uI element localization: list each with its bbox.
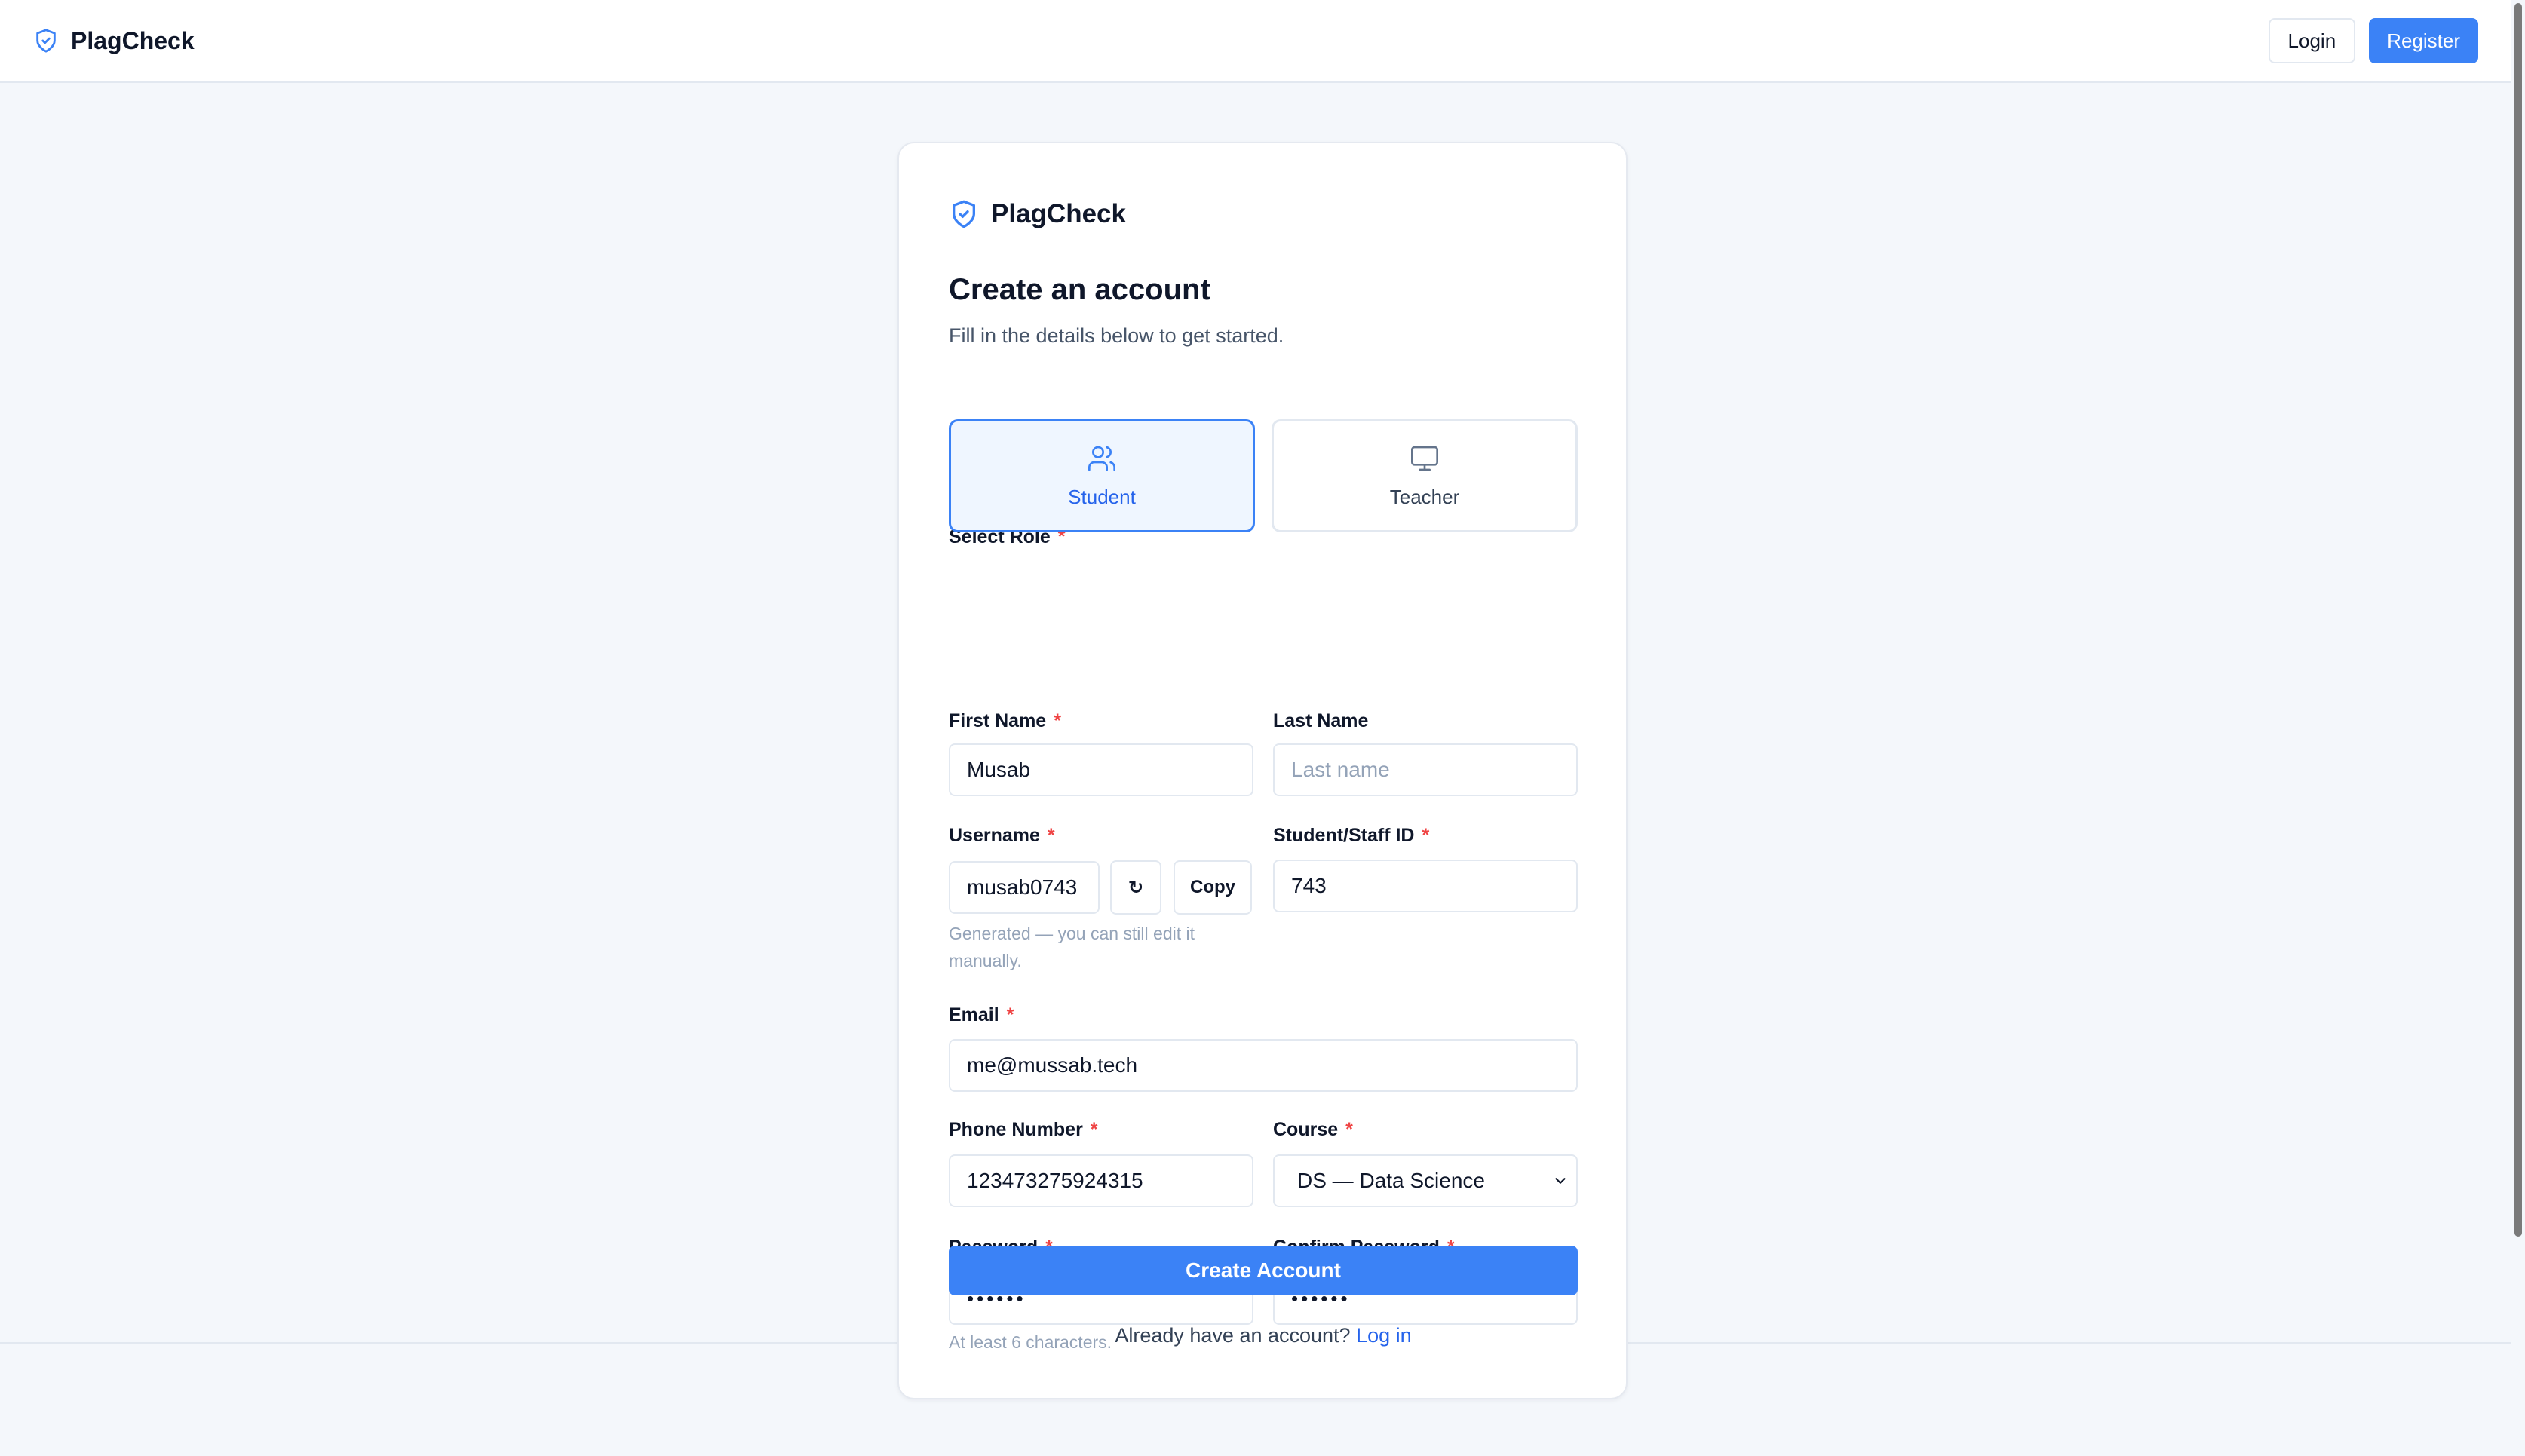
last-name-label: Last Name <box>1273 710 1369 731</box>
course-select[interactable]: DS — Data Science <box>1273 1154 1578 1207</box>
role-option-label: Teacher <box>1389 485 1460 508</box>
username-label: Username * <box>949 825 1055 847</box>
page-title: Create an account <box>949 273 1210 306</box>
monitor-icon <box>1408 443 1441 474</box>
header-brand-name: PlagCheck <box>71 26 195 54</box>
chevron-down-icon <box>1552 1172 1569 1189</box>
first-name-label-text: First Name <box>949 710 1047 731</box>
phone-label: Phone Number * <box>949 1119 1098 1141</box>
login-button[interactable]: Login <box>2268 18 2356 63</box>
register-card: PlagCheck Create an account Fill in the … <box>897 142 1628 1399</box>
top-navbar: PlagCheck Login Register <box>0 0 2511 83</box>
required-mark: * <box>1090 1119 1098 1140</box>
login-prompt-text: Already have an account? <box>1115 1324 1351 1347</box>
regenerate-username-button[interactable]: ↻ <box>1110 860 1161 915</box>
student-id-label-text: Student/Staff ID <box>1273 825 1415 846</box>
required-mark: * <box>1047 825 1055 846</box>
register-button[interactable]: Register <box>2369 18 2478 63</box>
refresh-icon: ↻ <box>1128 877 1144 898</box>
course-label: Course * <box>1273 1119 1353 1141</box>
email-label-text: Email <box>949 1004 999 1025</box>
phone-input[interactable]: 123473275924315 <box>949 1154 1253 1207</box>
header-brand[interactable]: PlagCheck <box>33 27 195 55</box>
required-mark: * <box>1006 1004 1014 1025</box>
role-option-label: Student <box>1068 485 1136 508</box>
login-link[interactable]: Log in <box>1356 1324 1412 1347</box>
email-input[interactable]: me@mussab.tech <box>949 1039 1578 1092</box>
student-id-input[interactable]: 743 <box>1273 860 1578 912</box>
scrollbar-thumb[interactable] <box>2514 3 2522 1237</box>
first-name-input[interactable]: Musab <box>949 743 1253 796</box>
card-brand-name: PlagCheck <box>991 199 1126 228</box>
required-mark: * <box>1345 1119 1353 1140</box>
required-mark: * <box>1422 825 1430 846</box>
users-icon <box>1085 443 1118 474</box>
course-label-text: Course <box>1273 1119 1339 1140</box>
card-brand: PlagCheck <box>949 199 1126 229</box>
login-prompt: Already have an account? Log in <box>949 1324 1578 1347</box>
shield-check-icon <box>949 199 979 229</box>
scrollbar[interactable] <box>2511 0 2525 1456</box>
last-name-input[interactable]: Last name <box>1273 743 1578 796</box>
student-id-label: Student/Staff ID * <box>1273 825 1429 847</box>
copy-username-button[interactable]: Copy <box>1174 860 1252 915</box>
required-mark: * <box>1054 710 1061 731</box>
page-subtitle: Fill in the details below to get started… <box>949 324 1284 347</box>
nav-actions: Login Register <box>2268 18 2478 63</box>
email-label: Email * <box>949 1004 1014 1026</box>
role-option-student[interactable]: Student <box>949 419 1255 532</box>
shield-check-icon <box>33 27 59 54</box>
phone-label-text: Phone Number <box>949 1119 1083 1140</box>
first-name-label: First Name * <box>949 710 1061 732</box>
create-account-button[interactable]: Create Account <box>949 1246 1578 1295</box>
username-input[interactable]: musab0743 <box>949 861 1100 914</box>
username-label-text: Username <box>949 825 1040 846</box>
role-option-teacher[interactable]: Teacher <box>1272 419 1578 532</box>
course-select-value: DS — Data Science <box>1297 1169 1485 1192</box>
username-hint: Generated — you can still edit it manual… <box>949 924 1195 970</box>
